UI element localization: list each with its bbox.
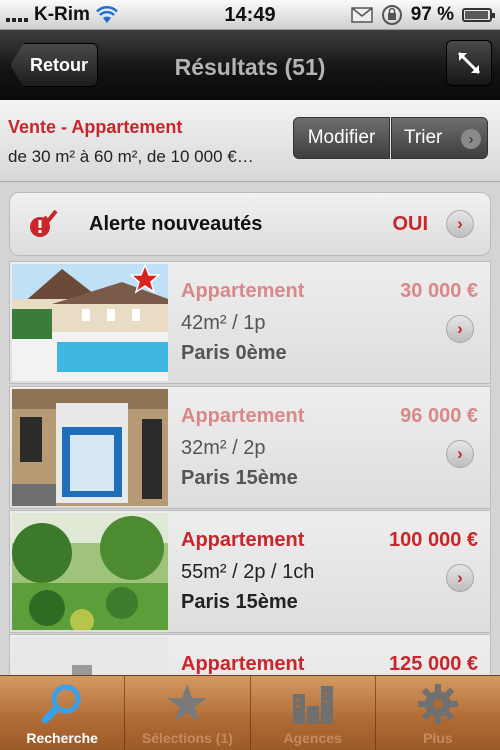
chevron-right-icon: › [446,440,474,468]
listing-item[interactable]: Appartement 100 000 € 55m² / 2p / 1ch Pa… [9,510,491,633]
listing-price: 100 000 € [389,529,478,551]
status-bar: K-Rim 14:49 97 % [0,0,500,30]
tab-label: Sélections (1) [141,730,233,746]
chevron-right-icon: › [446,564,474,592]
listing-type: Appartement [181,529,305,551]
battery-percent: 97 % [410,4,454,25]
tab-more[interactable]: Plus [376,676,500,750]
criteria-title: Vente - Appartement [8,117,183,137]
expand-button[interactable] [446,40,492,86]
battery-icon [462,8,495,22]
listing-location: Paris 0ème [181,342,287,364]
sort-label: Trier [404,127,443,148]
alert-label: Alerte nouveautés [89,213,263,235]
alert-check-icon [30,209,58,237]
garden-photo [12,513,168,630]
page-title: Résultats (51) [174,54,326,80]
status-right: 97 % [350,4,495,26]
tab-search[interactable]: Recherche [0,676,126,750]
star-icon [167,684,208,722]
buildings-icon [292,686,333,724]
tab-agencies[interactable]: Agences [251,676,376,750]
listing-size: 55m² / 2p / 1ch [181,561,315,583]
rotation-lock-icon [381,5,402,25]
listing-type: Appartement [181,280,305,302]
listing-size: 32m² / 2p [181,437,266,459]
criteria-summary: de 30 m² à 60 m², de 10 000 €… [8,147,254,166]
tab-label: Plus [423,730,453,746]
shopfront-photo [12,389,168,506]
chevron-right-icon: › [461,129,481,149]
tab-bar: Recherche Sélections (1) Agences Plus [0,675,500,750]
listing-price: 96 000 € [400,405,478,427]
navigation-bar: Retour Résultats (51) [0,30,500,100]
listing-price: 125 000 € [389,653,478,675]
expand-icon [457,51,481,75]
modify-button[interactable]: Modifier [293,117,390,159]
listing-location: Paris 15ème [181,467,298,489]
listing-item[interactable]: Appartement 96 000 € 32m² / 2p Paris 15è… [9,386,491,509]
tab-selections[interactable]: Sélections (1) [125,676,251,750]
listing-type: Appartement [181,653,305,675]
search-icon [41,684,81,724]
new-listings-alert-row[interactable]: Alerte nouveautés OUI › [9,192,491,256]
gear-icon [417,684,458,724]
mail-icon [350,7,373,23]
tab-label: Agences [283,730,342,746]
sort-button[interactable]: Trier › [391,117,488,159]
listing-price: 30 000 € [400,280,478,302]
chevron-right-icon: › [446,315,474,343]
tab-label: Recherche [26,730,98,746]
favorite-star-icon [130,264,160,294]
alert-status: OUI [392,213,428,235]
listing-item[interactable]: Appartement 30 000 € 42m² / 1p Paris 0èm… [9,261,491,384]
listing-type: Appartement [181,405,305,427]
listing-location: Paris 15ème [181,591,298,613]
listing-size: 42m² / 1p [181,312,266,334]
chevron-right-icon: › [446,210,474,238]
